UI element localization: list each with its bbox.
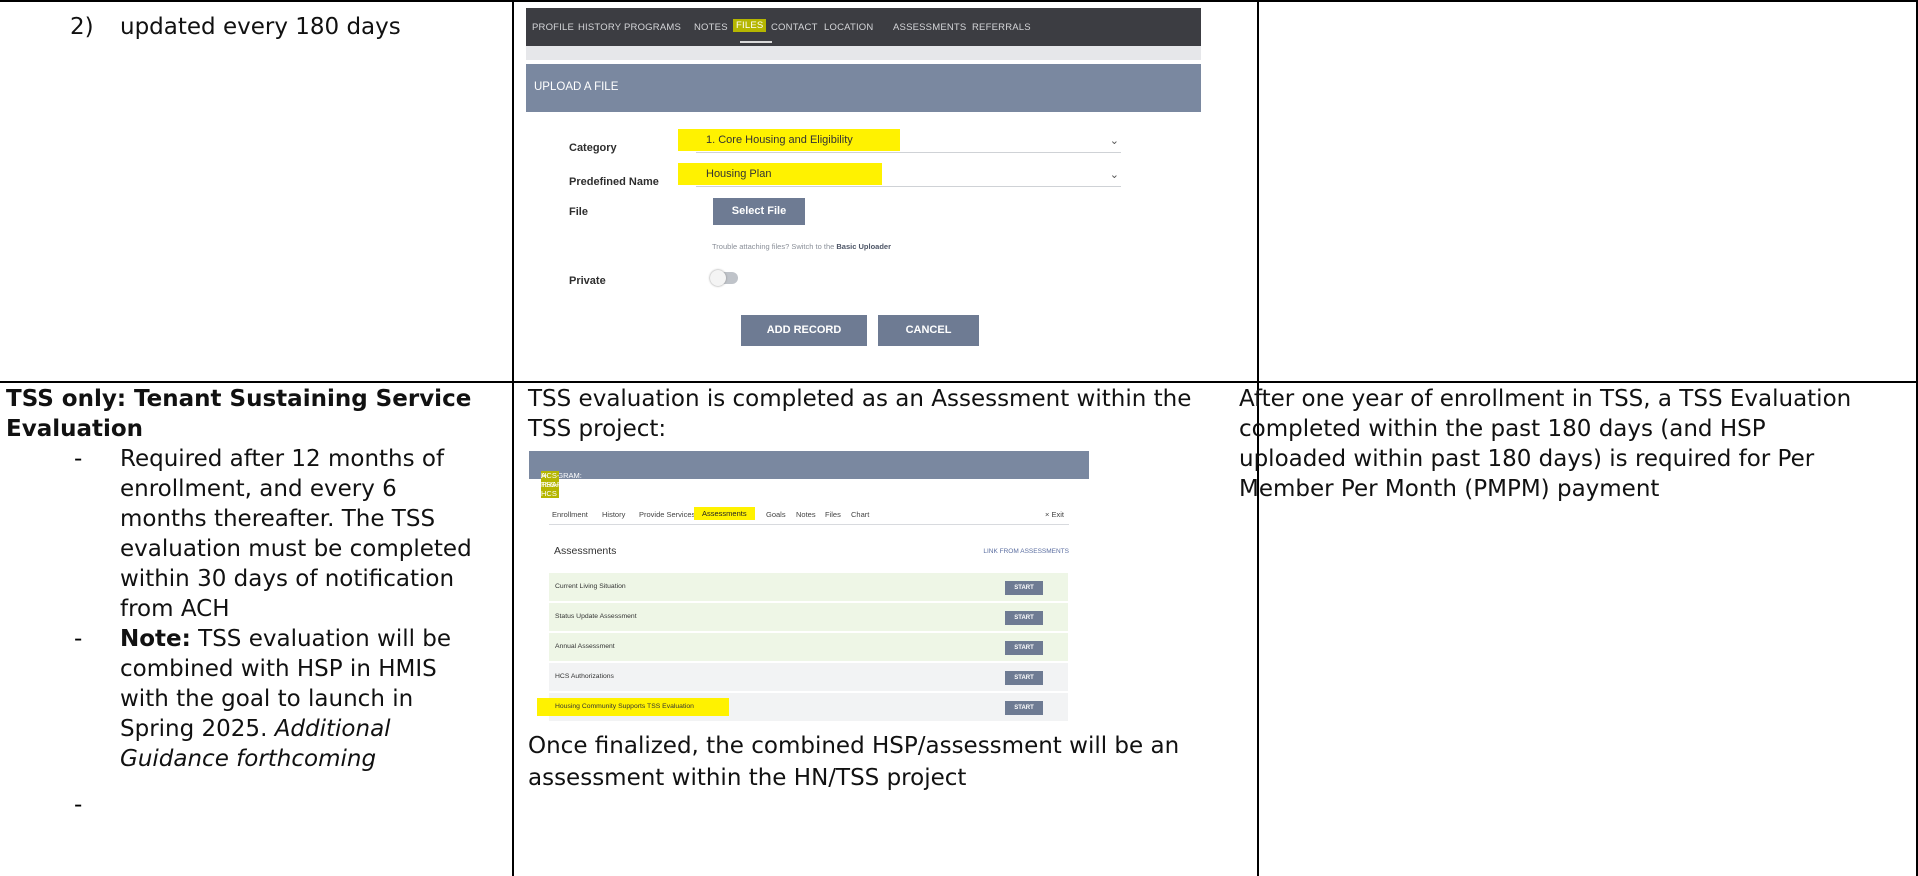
select-file-button[interactable]: Select File (713, 198, 805, 225)
bullet-line: Spring 2025. Additional (120, 714, 391, 744)
start-button[interactable]: START (1005, 611, 1043, 625)
start-button[interactable]: START (1005, 701, 1043, 715)
assessment-name: Current Living Situation (555, 583, 626, 590)
tab-history[interactable]: History (602, 510, 625, 519)
assessment-name: Status Update Assessment (555, 613, 637, 620)
assessment-name: HCS Authorizations (555, 673, 614, 680)
assessments-title: Assessments (554, 545, 617, 557)
chevron-down-icon: ⌄ (1109, 134, 1119, 147)
start-button[interactable]: START (1005, 671, 1043, 685)
note-line: Note: TSS evaluation will be (120, 624, 451, 654)
payment-note: After one year of enrollment in TSS, a T… (1239, 386, 1852, 412)
uploader-hint: Trouble attaching files? Switch to the B… (712, 242, 891, 251)
nav-programs[interactable]: PROGRAMS (624, 22, 681, 33)
chevron-down-icon: ⌄ (1109, 168, 1119, 181)
nav-files[interactable]: FILES (733, 19, 767, 32)
nav-history[interactable]: HISTORY (578, 22, 621, 33)
predefined-name-value: Housing Plan (706, 168, 772, 180)
tab-chart[interactable]: Chart (851, 510, 869, 519)
add-record-button[interactable]: ADD RECORD (741, 315, 867, 346)
nav-notes[interactable]: NOTES (694, 22, 728, 33)
row-divider (0, 381, 1918, 383)
assessment-outro: Once finalized, the combined HSP/assessm… (528, 733, 1180, 759)
bullet-dash: - (74, 792, 83, 818)
basic-uploader-link[interactable]: Basic Uploader (836, 242, 891, 251)
bullet-line: enrollment, and every 6 (120, 476, 397, 502)
predefined-name-label: Predefined Name (569, 176, 659, 188)
assessment-intro: TSS evaluation is completed as an Assess… (528, 386, 1192, 412)
tab-provide-services[interactable]: Provide Services (639, 510, 695, 519)
nav-location[interactable]: LOCATION (824, 22, 873, 33)
tab-divider (549, 524, 1069, 525)
start-button[interactable]: START (1005, 581, 1043, 595)
payment-note: completed within the past 180 days (and … (1239, 416, 1766, 442)
payment-note: uploaded within past 180 days) is requir… (1239, 446, 1815, 472)
bullet-dash: - (74, 626, 83, 652)
column-divider (512, 0, 514, 876)
start-button[interactable]: START (1005, 641, 1043, 655)
private-label: Private (569, 275, 606, 287)
program-bar: PROGRAM: ABS-CAF-SSO-HCS-TSS-HCSA-HHAP (529, 451, 1089, 498)
assessment-outro: assessment within the HN/TSS project (528, 765, 967, 791)
tab-notes[interactable]: Notes (796, 510, 816, 519)
tab-files[interactable]: Files (825, 510, 841, 519)
nav-referrals[interactable]: REFERRALS (972, 22, 1031, 33)
bullet-line: Required after 12 months of (120, 446, 445, 472)
category-label: Category (569, 142, 617, 154)
table-top-border (0, 0, 1918, 2)
note-text: TSS evaluation will be (198, 626, 452, 652)
nav-spacer (526, 46, 1201, 60)
exit-link[interactable]: × Exit (1045, 510, 1064, 519)
panel-header: UPLOAD A FILE (526, 64, 1201, 112)
tab-goals[interactable]: Goals (766, 510, 786, 519)
bullet-line: months thereafter. The TSS (120, 506, 436, 532)
upload-file-screenshot: PROFILE HISTORY PROGRAMS NOTES FILES CON… (526, 8, 1201, 380)
tss-title: TSS only: Tenant Sustaining Service Eval… (6, 384, 506, 444)
client-nav-bar: PROFILE HISTORY PROGRAMS NOTES FILES CON… (526, 8, 1201, 46)
link-from-assessments[interactable]: LINK FROM ASSESSMENTS (983, 548, 1069, 555)
assessment-row: HCS Authorizations START (549, 663, 1068, 691)
active-tab-underline (740, 41, 772, 43)
bullet-line: Guidance forthcoming (120, 744, 376, 774)
list-item-text: updated every 180 days (120, 14, 401, 40)
assessments-screenshot: PROGRAM: ABS-CAF-SSO-HCS-TSS-HCSA-HHAP E… (529, 451, 1089, 724)
bullet-dash: - (74, 446, 83, 472)
private-toggle[interactable] (710, 270, 738, 286)
category-select[interactable]: 1. Core Housing and Eligibility ⌄ (678, 129, 1121, 153)
category-value: 1. Core Housing and Eligibility (706, 134, 853, 146)
bullet-line: combined with HSP in HMIS (120, 656, 437, 682)
predefined-name-select[interactable]: Housing Plan ⌄ (678, 163, 1121, 187)
assessment-row: Annual Assessment START (549, 633, 1068, 661)
assessment-row: Housing Community Supports TSS Evaluatio… (537, 693, 1068, 721)
uploader-hint-text: Trouble attaching files? Switch to the (712, 242, 835, 251)
guidance-italic: Guidance forthcoming (120, 746, 377, 772)
bullet-line: within 30 days of notification (120, 566, 455, 592)
bullet-line: from ACH (120, 596, 230, 622)
nav-assessments[interactable]: ASSESSMENTS (893, 22, 966, 33)
tab-enrollment[interactable]: Enrollment (552, 510, 588, 519)
cancel-button[interactable]: CANCEL (878, 315, 979, 346)
payment-note: Member Per Month (PMPM) payment (1239, 476, 1660, 502)
assessment-row: Current Living Situation START (549, 573, 1068, 601)
list-item-number: 2) (70, 14, 94, 40)
assessment-row: Status Update Assessment START (549, 603, 1068, 631)
assessment-intro: TSS project: (528, 416, 667, 442)
tss-title-text: TSS only: Tenant Sustaining Service Eval… (6, 386, 472, 442)
file-label: File (569, 206, 588, 218)
tab-assessments[interactable]: Assessments (694, 507, 755, 520)
bullet-line: evaluation must be completed (120, 536, 472, 562)
nav-contact[interactable]: CONTACT (771, 22, 818, 33)
assessment-name: Annual Assessment (555, 643, 615, 650)
bullet-line: with the goal to launch in (120, 686, 414, 712)
assessment-name: Housing Community Supports TSS Evaluatio… (555, 703, 694, 710)
guidance-italic: Additional (274, 716, 391, 742)
nav-profile[interactable]: PROFILE (532, 22, 574, 33)
program-suffix: A-HHAP (541, 471, 562, 489)
spring-text: Spring 2025. (120, 716, 268, 742)
panel-title: UPLOAD A FILE (534, 81, 619, 93)
note-label: Note: (120, 626, 191, 652)
